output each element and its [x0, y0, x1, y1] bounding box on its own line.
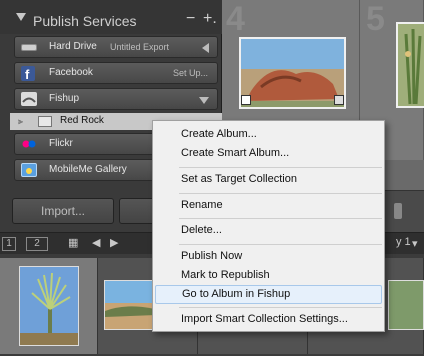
cell-number: 5	[366, 0, 385, 38]
hard-drive-icon	[21, 44, 37, 51]
edit-badge-icon	[334, 95, 344, 105]
collapse-triangle-icon[interactable]	[16, 13, 26, 21]
svg-text:f: f	[25, 67, 30, 81]
expand-arrow-icon[interactable]	[202, 43, 209, 53]
menu-separator	[179, 167, 382, 168]
filmstrip-cell[interactable]	[0, 258, 98, 354]
collapse-arrow-icon[interactable]	[199, 97, 209, 104]
collection-label: Red Rock	[60, 115, 104, 126]
photo-thumbnail[interactable]	[396, 22, 424, 108]
grid-view-icon[interactable]: ▦	[68, 236, 78, 249]
context-menu: Create Album... Create Smart Album... Se…	[152, 120, 385, 332]
service-label: MobileMe Gallery	[49, 164, 127, 175]
menu-item-create-smart-album[interactable]: Create Smart Album...	[155, 144, 382, 163]
menu-item-create-album[interactable]: Create Album...	[155, 125, 382, 144]
facebook-icon: f	[21, 66, 35, 82]
menu-separator	[179, 244, 382, 245]
filmstrip-thumbnail[interactable]	[19, 266, 79, 346]
import-button[interactable]: Import...	[12, 198, 114, 224]
flag-badge-icon	[241, 95, 251, 105]
publish-services-header[interactable]: Publish Services − +.	[0, 0, 222, 34]
toolbar-handle-icon[interactable]	[394, 203, 402, 219]
fishup-icon	[21, 92, 37, 106]
publish-services-title: Publish Services	[33, 13, 137, 29]
filmstrip-thumbnail[interactable]	[104, 280, 154, 330]
menu-separator	[179, 218, 382, 219]
sort-label[interactable]: y 1	[396, 236, 411, 248]
service-sublabel: Untitled Export	[110, 42, 170, 52]
dropdown-arrow-icon[interactable]: ▾	[412, 237, 418, 250]
service-label: Flickr	[49, 138, 73, 149]
view-1-button[interactable]: 1	[2, 237, 16, 251]
service-sublabel[interactable]: Set Up...	[173, 68, 208, 78]
mobileme-icon	[21, 163, 37, 177]
menu-item-set-target-collection[interactable]: Set as Target Collection	[155, 170, 382, 189]
service-label: Hard Drive	[49, 41, 97, 52]
menu-separator	[179, 307, 382, 308]
service-fishup[interactable]: Fishup	[14, 88, 218, 110]
remove-service-button[interactable]: −	[186, 10, 195, 28]
menu-item-mark-to-republish[interactable]: Mark to Republish	[155, 266, 382, 285]
service-hard-drive[interactable]: Hard Drive Untitled Export	[14, 36, 218, 58]
cell-number: 4	[226, 0, 245, 38]
service-label: Facebook	[49, 67, 93, 78]
menu-item-go-to-album[interactable]: Go to Album in Fishup	[155, 285, 382, 304]
smart-collection-icon	[38, 116, 52, 127]
service-facebook[interactable]: f Facebook Set Up...	[14, 62, 218, 84]
expand-icon[interactable]: ⫸	[18, 116, 23, 127]
menu-item-delete[interactable]: Delete...	[155, 221, 382, 240]
menu-item-import-smart-collection-settings[interactable]: Import Smart Collection Settings...	[155, 310, 382, 329]
view-2-button[interactable]: 2	[26, 237, 48, 251]
forward-arrow-icon[interactable]: ▶	[110, 236, 118, 249]
photo-thumbnail[interactable]	[239, 37, 346, 109]
menu-item-publish-now[interactable]: Publish Now	[155, 247, 382, 266]
menu-item-rename[interactable]: Rename	[155, 196, 382, 215]
service-label: Fishup	[49, 93, 80, 104]
filmstrip-thumbnail[interactable]	[388, 280, 424, 330]
add-service-button[interactable]: +.	[203, 10, 217, 28]
flickr-icon	[21, 137, 37, 151]
back-arrow-icon[interactable]: ◀	[92, 236, 100, 249]
menu-separator	[179, 193, 382, 194]
